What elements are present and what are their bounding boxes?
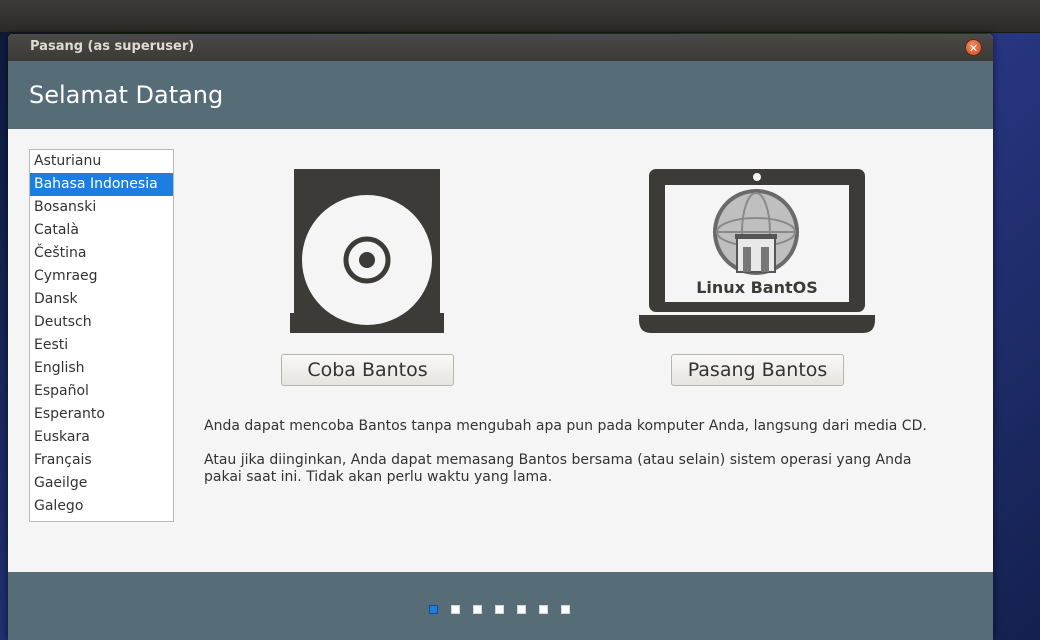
progress-step-dot bbox=[561, 605, 570, 614]
language-item[interactable]: Eesti bbox=[30, 334, 173, 357]
install-button[interactable]: Pasang Bantos bbox=[671, 354, 844, 386]
language-item[interactable]: Cymraeg bbox=[30, 265, 173, 288]
install-option: Linux BantOS bbox=[639, 168, 875, 336]
language-item[interactable]: Gaeilge bbox=[30, 472, 173, 495]
try-option bbox=[289, 168, 445, 336]
page-title: Selamat Datang bbox=[29, 81, 224, 109]
language-item[interactable]: Čeština bbox=[30, 242, 173, 265]
progress-step-dot bbox=[473, 605, 482, 614]
language-item[interactable]: English bbox=[30, 357, 173, 380]
language-item[interactable]: Français bbox=[30, 449, 173, 472]
language-item[interactable]: Bosanski bbox=[30, 196, 173, 219]
close-button[interactable]: ✕ bbox=[965, 39, 982, 56]
bantos-logo-icon bbox=[713, 189, 799, 275]
page-footer bbox=[8, 572, 993, 640]
language-item[interactable]: Euskara bbox=[30, 426, 173, 449]
laptop-icon[interactable] bbox=[639, 168, 875, 336]
language-item[interactable]: Esperanto bbox=[30, 403, 173, 426]
description-try: Anda dapat mencoba Bantos tanpa mengubah… bbox=[204, 418, 927, 434]
window-titlebar: Pasang (as superuser) ✕ bbox=[8, 34, 993, 61]
language-item[interactable]: Deutsch bbox=[30, 311, 173, 334]
progress-step-dot bbox=[495, 605, 504, 614]
language-item[interactable]: Dansk bbox=[30, 288, 173, 311]
close-icon: ✕ bbox=[968, 42, 979, 55]
page-header: Selamat Datang bbox=[8, 61, 993, 129]
window-title: Pasang (as superuser) bbox=[30, 39, 195, 54]
try-button[interactable]: Coba Bantos bbox=[281, 354, 454, 386]
language-item[interactable]: Català bbox=[30, 219, 173, 242]
progress-step-dot bbox=[517, 605, 526, 614]
logo-text: Linux BantOS bbox=[696, 278, 818, 297]
progress-step-dot bbox=[451, 605, 460, 614]
language-item[interactable]: Español bbox=[30, 380, 173, 403]
cd-drive-icon[interactable] bbox=[289, 168, 445, 336]
language-item[interactable]: Galego bbox=[30, 495, 173, 518]
language-item[interactable]: Asturianu bbox=[30, 150, 173, 173]
installer-window: Pasang (as superuser) ✕ Selamat Datang A… bbox=[8, 34, 993, 640]
top-panel bbox=[0, 0, 1040, 33]
description-install: Atau jika diinginkan, Anda dapat memasan… bbox=[204, 452, 912, 485]
language-item[interactable]: Bahasa Indonesia bbox=[30, 173, 173, 196]
progress-step-dot bbox=[539, 605, 548, 614]
progress-step-dot bbox=[429, 605, 438, 614]
language-list[interactable]: Asturianu Bahasa Indonesia Bosanski Català Č… bbox=[29, 149, 174, 522]
